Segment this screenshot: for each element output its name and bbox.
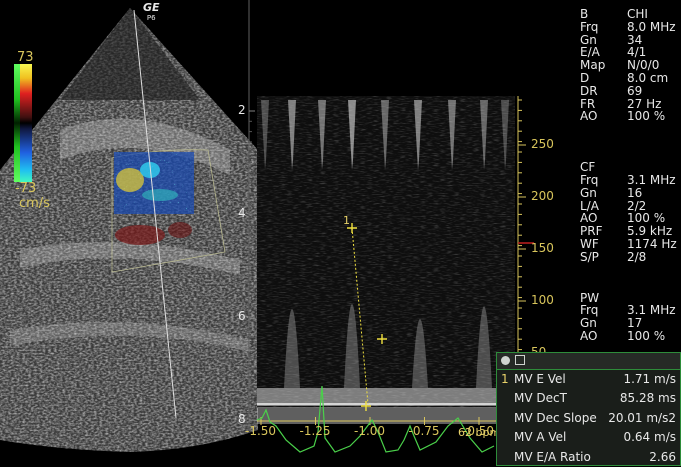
measurement-row[interactable]: MV A Vel 0.64 m/s — [497, 428, 680, 447]
b-mode-param-label: D — [580, 71, 590, 85]
cf-param-label: WF — [580, 237, 599, 251]
pw-param-value: 100 % — [627, 329, 666, 343]
color-scale-min: -73 — [15, 181, 37, 196]
ge-logo: GE P6 — [143, 1, 160, 22]
velocity-tick-label: 200 — [531, 189, 554, 203]
measurement-row[interactable]: MV E/A Ratio 2.66 — [497, 448, 680, 467]
b-mode-header: B — [580, 7, 589, 21]
time-tick-label: -1.00 — [354, 424, 386, 438]
depth-label: 6 — [238, 309, 246, 323]
measurement-label: MV DecT — [514, 391, 567, 406]
measurement-row[interactable]: MV DecT 85.28 ms — [497, 389, 680, 408]
cf-param-label: Frq — [580, 173, 599, 187]
b-mode-param-label: Frq — [580, 19, 599, 34]
panel-settings-icon[interactable] — [515, 355, 525, 365]
measurement-row[interactable]: MV Dec Slope 20.01 m/s2 — [497, 409, 680, 428]
depth-label: 2 — [238, 103, 246, 117]
cf-param-value: 2/8 — [627, 249, 647, 264]
measurement-panel-header — [497, 353, 680, 370]
caliper-label: 1 — [343, 214, 350, 227]
color-scale-unit: cm/s — [19, 196, 50, 211]
depth-label: 4 — [238, 206, 246, 220]
time-tick-label: -1.50 — [245, 424, 277, 438]
measurement-label: MV A Vel — [514, 430, 567, 445]
cf-param-label: S/P — [580, 249, 599, 264]
time-tick-label: -0.75 — [408, 424, 440, 438]
cf-param-value: 1174 Hz — [627, 237, 677, 251]
b-mode-param-label: AO — [580, 109, 598, 124]
doppler-spectrum[interactable] — [257, 96, 515, 424]
color-scale-max: 73 — [17, 50, 34, 65]
measurement-row[interactable]: 1 MV E Vel 1.71 m/s — [497, 370, 680, 389]
velocity-tick-label: 150 — [531, 241, 554, 255]
velocity-tick-label: 100 — [531, 293, 554, 307]
measurement-label: MV E/A Ratio — [514, 449, 591, 464]
cf-param-label: Gn — [580, 185, 597, 200]
pw-param-label: AO — [580, 329, 598, 343]
panel-menu-icon[interactable] — [501, 356, 510, 365]
measurement-value: 0.64 m/s — [623, 430, 676, 445]
measurement-panel[interactable]: 1 MV E Vel 1.71 m/s MV DecT 85.28 ms MV Dec S… — [496, 352, 681, 466]
measurement-value: 2.66 — [649, 449, 676, 464]
measurement-value: 1.71 m/s — [623, 372, 676, 386]
b-mode-param-value: 8.0 cm — [627, 71, 669, 85]
velocity-tick-label: 250 — [531, 137, 554, 151]
measurement-value: 85.28 ms — [619, 391, 676, 406]
measurement-label: MV E Vel — [514, 372, 566, 386]
color-scale-bar — [14, 64, 32, 182]
b-mode-param-value: 69 — [627, 83, 643, 98]
b-mode-param-label: DR — [580, 83, 598, 98]
b-mode-param-value: 100 % — [627, 109, 666, 124]
cf-param-value: 3.1 MHz — [627, 173, 676, 187]
b-mode-header-value: CHI — [627, 7, 648, 21]
sweep-label: 62 bpm — [458, 426, 501, 439]
cf-param-value: 16 — [627, 185, 643, 200]
measurement-value: 20.01 m/s2 — [608, 410, 676, 425]
time-tick-label: -1.25 — [299, 424, 331, 438]
b-mode-param-value: 8.0 MHz — [627, 19, 676, 34]
measurement-index: 1 — [501, 372, 509, 386]
measurement-label: MV Dec Slope — [514, 410, 597, 425]
